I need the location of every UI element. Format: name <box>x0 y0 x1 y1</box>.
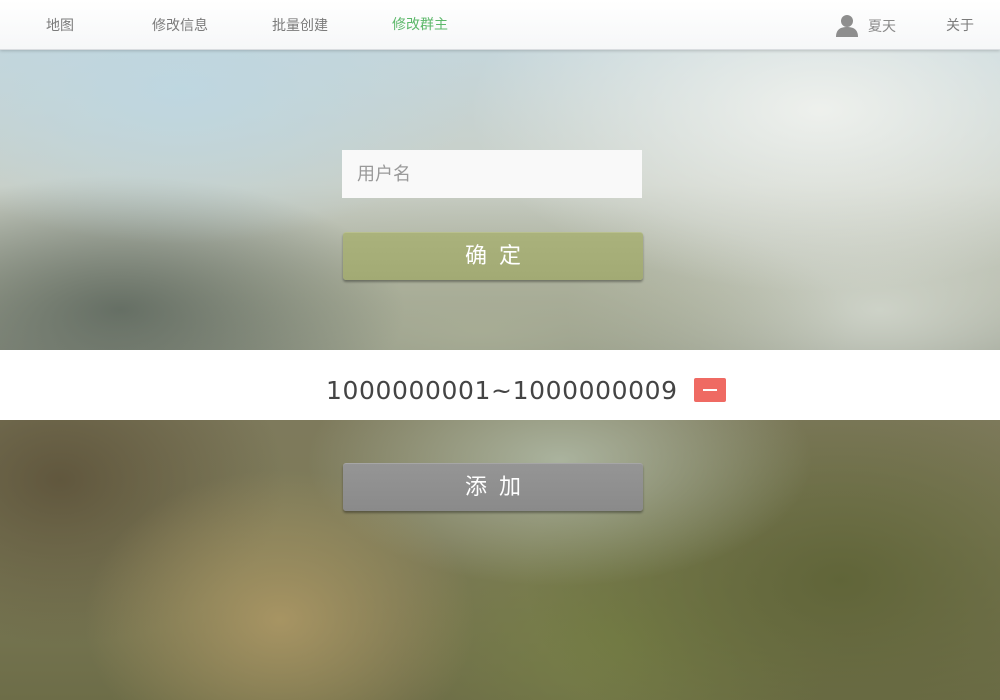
nav-item-edit-info[interactable]: 修改信息 <box>140 0 220 52</box>
nav-item-map[interactable]: 地图 <box>30 0 90 52</box>
username-input[interactable] <box>342 150 642 198</box>
add-button[interactable]: 添加 <box>343 463 643 511</box>
remove-range-button[interactable] <box>694 378 726 402</box>
range-row: 1000000001~1000000009 <box>0 350 1000 420</box>
background-top <box>0 50 1000 350</box>
nav-item-batch-create[interactable]: 批量创建 <box>260 0 340 52</box>
user-icon <box>834 13 860 39</box>
minus-icon <box>703 389 717 391</box>
nav-item-change-owner[interactable]: 修改群主 <box>380 0 460 52</box>
user-menu[interactable]: 夏天 <box>834 12 896 40</box>
id-range-text: 1000000001~1000000009 <box>326 376 678 405</box>
top-nav-bar: 地图 修改信息 批量创建 修改群主 夏天 关于 <box>0 0 1000 50</box>
nav-item-about[interactable]: 关于 <box>930 0 990 52</box>
user-name: 夏天 <box>868 19 896 35</box>
background-bottom <box>0 420 1000 700</box>
confirm-button[interactable]: 确定 <box>343 232 643 280</box>
